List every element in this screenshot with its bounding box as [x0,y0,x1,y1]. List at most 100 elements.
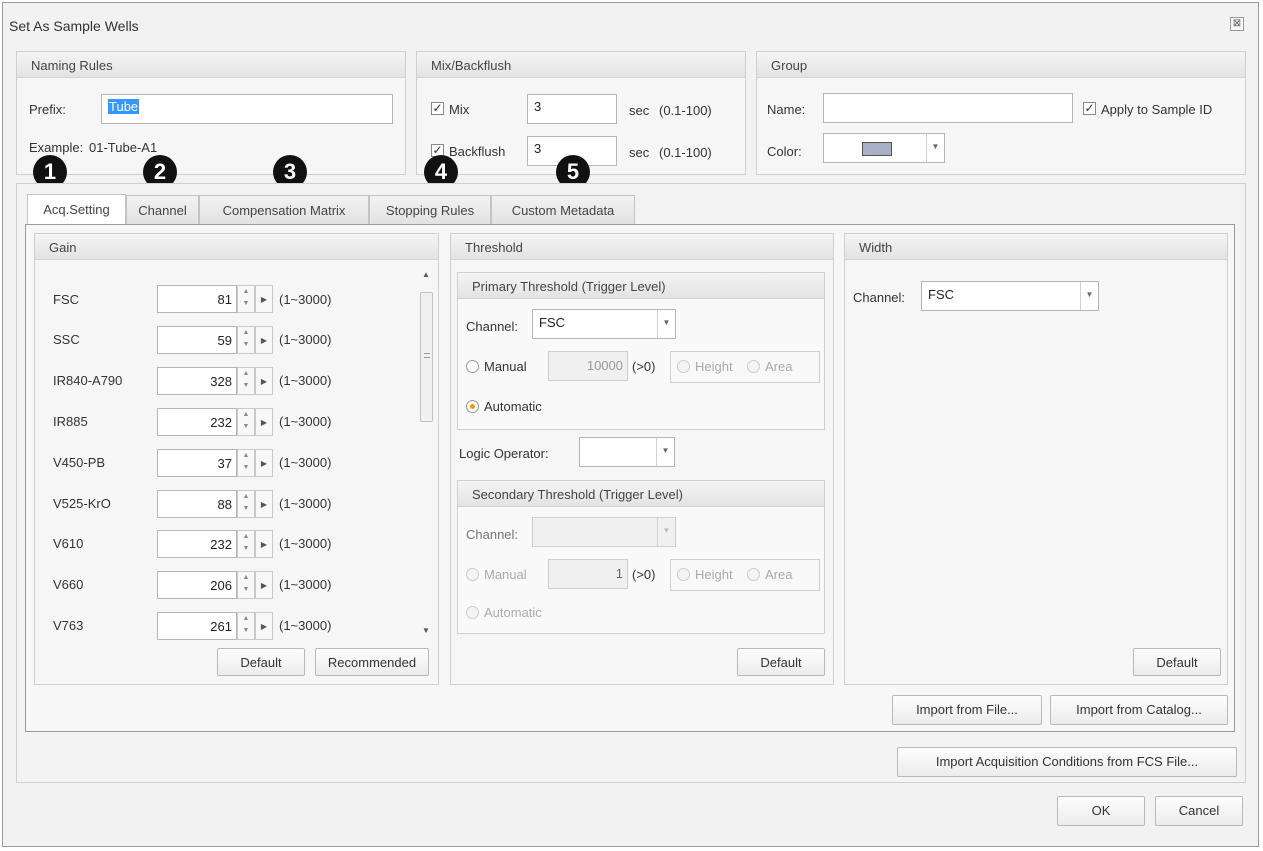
import-from-file-button[interactable]: Import from File... [892,695,1042,725]
scroll-thumb[interactable] [420,292,433,422]
secondary-automatic-radio[interactable] [466,606,479,619]
gain-input-fsc[interactable]: 81 [157,285,237,313]
gain-input-ir885[interactable]: 232 [157,408,237,436]
width-channel-select[interactable]: FSC ▼ [921,281,1099,311]
gain-input-ir840-a790[interactable]: 328 [157,367,237,395]
gain-step-ir885[interactable]: ▶ [255,408,273,436]
grip-icon [424,353,430,358]
gain-spinner-ssc[interactable]: ▲ ▼ [237,326,255,354]
gain-spinner-ir840-a790[interactable]: ▲ ▼ [237,367,255,395]
primary-threshold-group: Primary Threshold (Trigger Level) Channe… [457,272,825,430]
mix-input[interactable]: 3 [527,94,617,124]
primary-automatic-label: Automatic [484,399,542,414]
gain-range-v525-kro: (1~3000) [279,496,332,511]
secondary-gt-zero: (>0) [632,567,656,582]
gain-input-v525-kro[interactable]: 88 [157,490,237,518]
secondary-height-radio[interactable] [677,568,690,581]
scroll-up-icon[interactable]: ▲ [422,270,430,279]
primary-area-radio[interactable] [747,360,760,373]
gain-range-ir885: (1~3000) [279,414,332,429]
width-default-button[interactable]: Default [1133,648,1221,676]
ok-button[interactable]: OK [1057,796,1145,826]
secondary-manual-label: Manual [484,567,527,582]
import-from-catalog-button[interactable]: Import from Catalog... [1050,695,1228,725]
gain-step-fsc[interactable]: ▶ [255,285,273,313]
gain-default-button[interactable]: Default [217,648,305,676]
mix-checkbox[interactable]: ✓ [431,102,444,115]
primary-channel-select[interactable]: FSC ▼ [532,309,676,339]
scroll-down-icon[interactable]: ▼ [422,626,430,635]
group-color-select[interactable]: ▼ [823,133,945,163]
acq-setting-panel: Gain FSC 81 ▲ ▼ ▶ (1~3000) SSC 59 ▲ ▼ ▶ (1… [25,224,1235,732]
primary-channel-value: FSC [539,315,565,330]
gain-range-v660: (1~3000) [279,577,332,592]
dialog-title: Set As Sample Wells [9,18,139,34]
gain-spinner-v525-kro[interactable]: ▲ ▼ [237,490,255,518]
gain-step-ssc[interactable]: ▶ [255,326,273,354]
group-header: Group [757,52,1245,78]
gain-input-v763[interactable]: 261 [157,612,237,640]
secondary-channel-select[interactable]: ▼ [532,517,676,547]
gain-spinner-fsc[interactable]: ▲ ▼ [237,285,255,313]
color-swatch [862,142,892,156]
chevron-down-icon: ▼ [657,310,675,338]
prefix-value: Tube [108,99,140,114]
close-icon[interactable]: ⊠ [1230,17,1244,31]
secondary-manual-input[interactable]: 1 [548,559,628,589]
gain-spinner-v763[interactable]: ▲ ▼ [237,612,255,640]
mix-backflush-header: Mix/Backflush [417,52,745,78]
gain-range-v763: (1~3000) [279,618,332,633]
gain-label-ir885: IR885 [53,414,88,429]
gain-input-v610[interactable]: 232 [157,530,237,558]
gain-spinner-v450-pb[interactable]: ▲ ▼ [237,449,255,477]
gain-spinner-v660[interactable]: ▲ ▼ [237,571,255,599]
group-color-label: Color: [767,144,802,159]
secondary-area-label: Area [765,567,793,582]
gain-header: Gain [35,234,438,260]
set-as-sample-wells-dialog: Set As Sample Wells ⊠ Naming Rules Prefi… [2,2,1259,847]
gain-step-v660[interactable]: ▶ [255,571,273,599]
gain-spinner-ir885[interactable]: ▲ ▼ [237,408,255,436]
backflush-range: (0.1-100) [659,145,712,160]
tab-acq-setting[interactable]: Acq.Setting [27,194,126,226]
gain-input-v450-pb[interactable]: 37 [157,449,237,477]
primary-manual-input[interactable]: 10000 [548,351,628,381]
primary-manual-radio[interactable] [466,360,479,373]
gain-step-v450-pb[interactable]: ▶ [255,449,273,477]
mix-unit: sec [629,103,650,118]
gain-label-v660: V660 [53,577,84,592]
secondary-manual-radio[interactable] [466,568,479,581]
gain-step-v610[interactable]: ▶ [255,530,273,558]
gain-step-ir840-a790[interactable]: ▶ [255,367,273,395]
gain-step-v763[interactable]: ▶ [255,612,273,640]
gain-scrollbar[interactable]: ▲ ▼ [417,268,435,640]
import-acquisition-conditions-button[interactable]: Import Acquisition Conditions from FCS F… [897,747,1237,777]
chevron-down-icon: ▼ [656,438,674,466]
logic-operator-select[interactable]: ▼ [579,437,675,467]
primary-gt-zero: (>0) [632,359,656,374]
secondary-channel-label: Channel: [466,527,519,542]
cancel-button[interactable]: Cancel [1155,796,1243,826]
secondary-area-radio[interactable] [747,568,760,581]
gain-step-v525-kro[interactable]: ▶ [255,490,273,518]
prefix-input[interactable]: Tube [101,94,393,124]
example-label: Example: [29,140,84,155]
example-value: 01-Tube-A1 [89,140,158,155]
gain-spinner-v610[interactable]: ▲ ▼ [237,530,255,558]
tab-compensation-matrix[interactable]: Compensation Matrix [199,195,369,225]
gain-input-v660[interactable]: 206 [157,571,237,599]
backflush-unit: sec [629,145,650,160]
tab-stopping-rules[interactable]: Stopping Rules [369,195,491,225]
prefix-label: Prefix: [29,102,66,117]
tab-custom-metadata[interactable]: Custom Metadata [491,195,635,225]
primary-height-radio[interactable] [677,360,690,373]
width-channel-label: Channel: [853,290,906,305]
primary-automatic-radio[interactable] [466,400,479,413]
threshold-default-button[interactable]: Default [737,648,825,676]
gain-input-ssc[interactable]: 59 [157,326,237,354]
apply-to-sample-id-checkbox[interactable]: ✓ [1083,102,1096,115]
group-name-input[interactable] [823,93,1073,123]
gain-recommended-button[interactable]: Recommended [315,648,429,676]
tab-channel[interactable]: Channel [126,195,199,225]
secondary-automatic-label: Automatic [484,605,542,620]
